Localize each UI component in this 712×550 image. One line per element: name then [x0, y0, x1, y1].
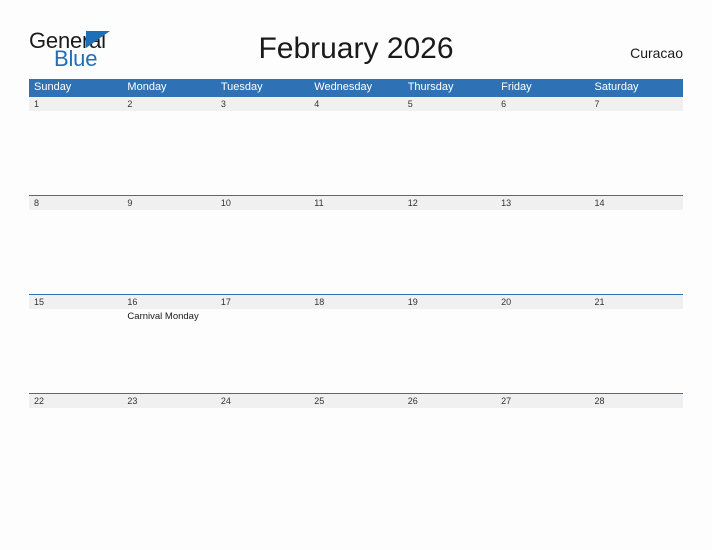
page-title: February 2026: [258, 32, 454, 65]
week-event-band: Carnival Monday: [29, 309, 683, 393]
weekday-header-saturday: Saturday: [594, 81, 639, 93]
day-cell[interactable]: [309, 210, 402, 294]
day-number[interactable]: 5: [403, 97, 496, 111]
day-number[interactable]: 2: [122, 97, 215, 111]
week-row: 15 16 17 18 19 20 21 Carnival Monday: [29, 294, 683, 393]
weekday-header-friday: Friday: [501, 81, 532, 93]
day-cell[interactable]: [216, 111, 309, 195]
event-label: Carnival Monday: [127, 311, 199, 322]
day-number[interactable]: 21: [590, 295, 683, 309]
weekday-header-monday: Monday: [127, 81, 167, 93]
day-cell[interactable]: [590, 309, 683, 393]
day-number[interactable]: 3: [216, 97, 309, 111]
day-number[interactable]: 17: [216, 295, 309, 309]
day-cell[interactable]: [29, 309, 122, 393]
day-number[interactable]: 16: [122, 295, 215, 309]
day-number[interactable]: 6: [496, 97, 589, 111]
day-cell[interactable]: [496, 111, 589, 195]
day-cell[interactable]: [216, 210, 309, 294]
day-number[interactable]: 14: [590, 196, 683, 210]
day-number[interactable]: 11: [309, 196, 402, 210]
day-cell[interactable]: [122, 408, 215, 492]
day-cell[interactable]: [29, 210, 122, 294]
day-cell[interactable]: [29, 111, 122, 195]
weekday-header-row: Sunday Monday Tuesday Wednesday Thursday…: [29, 79, 683, 96]
week-date-band: 1 2 3 4 5 6 7: [29, 97, 683, 111]
week-row: 22 23 24 25 26 27 28: [29, 393, 683, 492]
day-cell[interactable]: [403, 309, 496, 393]
day-cell[interactable]: [590, 408, 683, 492]
week-date-band: 8 9 10 11 12 13 14: [29, 196, 683, 210]
day-number[interactable]: 23: [122, 394, 215, 408]
day-number[interactable]: 8: [29, 196, 122, 210]
day-number[interactable]: 10: [216, 196, 309, 210]
week-date-band: 15 16 17 18 19 20 21: [29, 295, 683, 309]
day-cell[interactable]: [403, 408, 496, 492]
week-event-band: [29, 408, 683, 492]
day-cell[interactable]: [309, 309, 402, 393]
day-cell[interactable]: [29, 408, 122, 492]
weekday-header-tuesday: Tuesday: [220, 81, 263, 93]
week-date-band: 22 23 24 25 26 27 28: [29, 394, 683, 408]
day-cell[interactable]: [496, 408, 589, 492]
day-number[interactable]: 28: [590, 394, 683, 408]
day-cell[interactable]: [122, 210, 215, 294]
day-number[interactable]: 26: [403, 394, 496, 408]
day-cell[interactable]: [403, 210, 496, 294]
day-cell[interactable]: Carnival Monday: [122, 309, 215, 393]
day-number[interactable]: 19: [403, 295, 496, 309]
day-number[interactable]: 27: [496, 394, 589, 408]
day-cell[interactable]: [122, 111, 215, 195]
day-number[interactable]: 12: [403, 196, 496, 210]
day-cell[interactable]: [496, 210, 589, 294]
day-cell[interactable]: [216, 309, 309, 393]
day-cell[interactable]: [590, 210, 683, 294]
week-event-band: [29, 210, 683, 294]
day-cell[interactable]: [590, 111, 683, 195]
day-number[interactable]: 24: [216, 394, 309, 408]
day-number[interactable]: 4: [309, 97, 402, 111]
day-number[interactable]: 7: [590, 97, 683, 111]
week-event-band: [29, 111, 683, 195]
day-number[interactable]: 18: [309, 295, 402, 309]
day-cell[interactable]: [309, 408, 402, 492]
weekday-header-thursday: Thursday: [407, 81, 454, 93]
day-cell[interactable]: [216, 408, 309, 492]
week-row: 8 9 10 11 12 13 14: [29, 195, 683, 294]
day-cell[interactable]: [496, 309, 589, 393]
day-cell[interactable]: [309, 111, 402, 195]
weekday-header-sunday: Sunday: [34, 81, 72, 93]
calendar-table: Sunday Monday Tuesday Wednesday Thursday…: [29, 79, 683, 492]
day-number[interactable]: 13: [496, 196, 589, 210]
day-number[interactable]: 9: [122, 196, 215, 210]
day-number[interactable]: 1: [29, 97, 122, 111]
day-cell[interactable]: [403, 111, 496, 195]
day-number[interactable]: 22: [29, 394, 122, 408]
day-number[interactable]: 20: [496, 295, 589, 309]
page-header: General Blue February 2026 Curacao: [0, 0, 712, 78]
week-row: 1 2 3 4 5 6 7: [29, 96, 683, 195]
day-number[interactable]: 25: [309, 394, 402, 408]
country-label: Curacao: [630, 45, 683, 61]
weekday-header-wednesday: Wednesday: [314, 81, 373, 93]
day-number[interactable]: 15: [29, 295, 122, 309]
